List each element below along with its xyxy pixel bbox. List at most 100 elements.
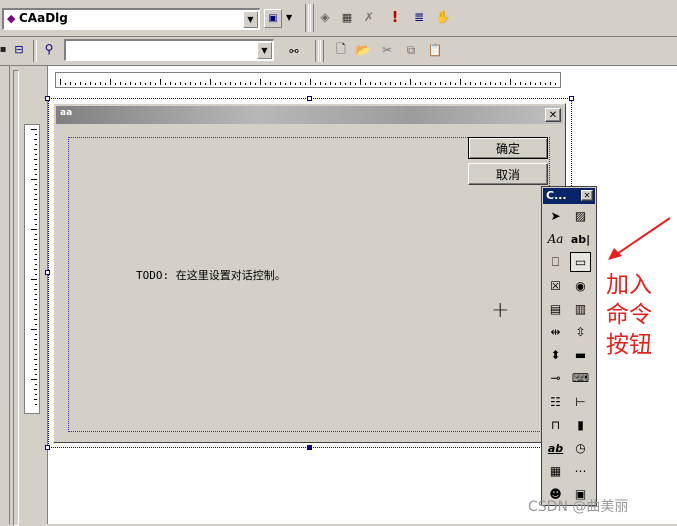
ruler-tick xyxy=(190,82,191,85)
progress-tool-button[interactable]: ▬ xyxy=(570,345,591,365)
month-calendar-tool-icon: ▦ xyxy=(549,464,562,479)
ruler-tick xyxy=(545,83,546,85)
ruler-tick xyxy=(450,82,451,85)
ok-button[interactable]: 确定 xyxy=(468,137,548,159)
check-box-tool-icon: ☒ xyxy=(550,278,561,293)
month-calendar-tool-button[interactable]: ▦ xyxy=(545,461,566,481)
group-box-tool-button[interactable]: ⎕ xyxy=(545,252,566,272)
ruler-tick xyxy=(320,82,321,85)
controls-palette-close-button[interactable]: ✕ xyxy=(581,190,593,201)
ruler-tick xyxy=(35,254,37,255)
ruler-tick xyxy=(105,83,106,85)
date-time-tool-button[interactable]: ◷ xyxy=(570,438,591,458)
picture-tool-button[interactable]: ▨ xyxy=(570,206,591,226)
h-scrollbar-tool-icon: ⇹ xyxy=(550,325,561,339)
execute-icon: ! xyxy=(391,8,399,26)
ruler-tick xyxy=(85,83,86,85)
find-in-files-button[interactable]: ⚲ xyxy=(40,40,58,58)
dialog-close-button[interactable]: ✕ xyxy=(545,108,561,122)
combo-box-tool-button[interactable]: ▤ xyxy=(545,299,566,319)
ruler-tick xyxy=(34,269,37,270)
ruler-tick xyxy=(360,79,361,85)
copy-button[interactable]: ⧉ xyxy=(402,41,420,59)
slider-tool-button[interactable]: ⊸ xyxy=(545,368,566,388)
list-control-tool-button[interactable]: ☷ xyxy=(545,392,566,412)
check-box-tool-button[interactable]: ☒ xyxy=(545,276,566,296)
tree-control-tool-button[interactable]: ⊢ xyxy=(570,392,591,412)
button-tool-button[interactable]: ▭ xyxy=(570,252,591,273)
ruler-tick xyxy=(330,82,331,85)
h-scrollbar-tool-button[interactable]: ⇹ xyxy=(545,322,566,342)
class-combo[interactable]: ◆ CAaDlg ▼ xyxy=(2,8,260,30)
ruler-tick xyxy=(34,209,37,210)
ruler-tick xyxy=(35,334,37,335)
ruler-tick xyxy=(295,83,296,85)
cut-button[interactable]: ✂ xyxy=(378,41,396,59)
ruler-tick xyxy=(380,82,381,85)
ruler-tick xyxy=(35,264,37,265)
controls-palette-title-bar[interactable]: C... ✕ xyxy=(543,188,595,204)
ruler-tick xyxy=(95,83,96,85)
hand-icon: ✋ xyxy=(435,10,451,24)
resize-handle[interactable] xyxy=(45,270,50,275)
ruler-tick xyxy=(34,359,37,360)
animate-tool-button[interactable]: ▮ xyxy=(570,415,591,435)
dialog-title-bar[interactable]: aa ✕ xyxy=(56,106,563,124)
resize-handle[interactable] xyxy=(307,96,312,101)
binoculars-icon: ⚯ xyxy=(289,44,299,58)
chevron-down-icon[interactable]: ▼ xyxy=(286,13,292,22)
chevron-down-icon[interactable]: ▼ xyxy=(243,11,258,28)
cancel-button-label: 取消 xyxy=(495,167,520,182)
list-box-tool-button[interactable]: ▥ xyxy=(570,299,591,319)
stop-build-button[interactable]: ✗ xyxy=(360,8,378,26)
ip-address-tool-icon: ⋯ xyxy=(574,464,587,479)
left-tool-button-1[interactable]: ▪ xyxy=(0,40,6,58)
resize-handle[interactable] xyxy=(45,96,50,101)
hotkey-tool-button[interactable]: ⌨ xyxy=(570,368,591,388)
todo-static-text[interactable]: TODO: 在这里设置对话控制。 xyxy=(136,267,286,283)
resize-handle[interactable] xyxy=(45,445,50,450)
static-text-tool-button[interactable]: Aa xyxy=(545,229,566,249)
open-button[interactable]: 📂 xyxy=(354,41,372,59)
tab-control-tool-button[interactable]: ⊓ xyxy=(545,415,566,435)
find-button[interactable]: ⚯ xyxy=(285,42,303,60)
combo-box-tool-icon: ▤ xyxy=(549,301,562,316)
ruler-tick xyxy=(34,289,37,290)
ruler-tick xyxy=(520,82,521,85)
ruler-tick xyxy=(75,83,76,85)
resize-handle-active[interactable] xyxy=(307,445,312,450)
ruler-tick xyxy=(365,83,366,85)
wizard-icon: ▣ xyxy=(268,13,278,24)
hand-button[interactable]: ✋ xyxy=(434,8,452,26)
ruler-tick xyxy=(460,79,461,85)
execute-button[interactable]: ! xyxy=(386,8,404,26)
ruler-tick xyxy=(550,82,551,85)
spin-tool-button[interactable]: ⬍ xyxy=(545,345,566,365)
ruler-tick xyxy=(35,364,37,365)
output-icon: ⊟ xyxy=(14,42,24,56)
build-button[interactable]: ◈ xyxy=(316,8,334,26)
chevron-down-icon[interactable]: ▼ xyxy=(257,42,272,59)
ip-address-tool-button[interactable]: ⋯ xyxy=(570,461,591,481)
ruler-tick xyxy=(270,82,271,85)
workspace-pane-divider[interactable] xyxy=(13,70,19,526)
compile-button[interactable]: ▦ xyxy=(338,8,356,26)
new-file-button[interactable]: 🗋 xyxy=(332,41,350,59)
annotation-arrow-line xyxy=(613,217,671,257)
ruler-tick xyxy=(185,83,186,85)
edit-box-tool-button[interactable]: ab| xyxy=(570,229,591,249)
find-combo[interactable]: ▼ xyxy=(64,39,274,61)
controls-palette: C... ✕ ➤ ▨ Aa ab| ⎕ ▭ ☒ ◉ ▤ ▥ ⇹ ⇳ ⬍ ▬ ⊸ ⌨ ☷ ⊢ ⊓ ▮ ab ◷ ▦ ⋯ ☻ ▣ xyxy=(541,186,597,506)
resize-handle[interactable] xyxy=(569,96,574,101)
radio-button-tool-button[interactable]: ◉ xyxy=(570,276,591,296)
pointer-tool-button[interactable]: ➤ xyxy=(545,206,566,226)
rich-edit-tool-button[interactable]: ab xyxy=(545,438,566,458)
breakpoint-button[interactable]: ≣ xyxy=(410,8,428,26)
wizard-bar-button[interactable]: ▣ xyxy=(264,9,282,28)
v-scrollbar-tool-icon: ⇳ xyxy=(575,325,586,339)
v-scrollbar-tool-button[interactable]: ⇳ xyxy=(570,322,591,342)
crosshair-cursor: + xyxy=(491,298,510,323)
left-tool-button-2[interactable]: ⊟ xyxy=(10,40,28,58)
cancel-button[interactable]: 取消 xyxy=(468,163,548,185)
paste-button[interactable]: 📋 xyxy=(426,41,444,59)
